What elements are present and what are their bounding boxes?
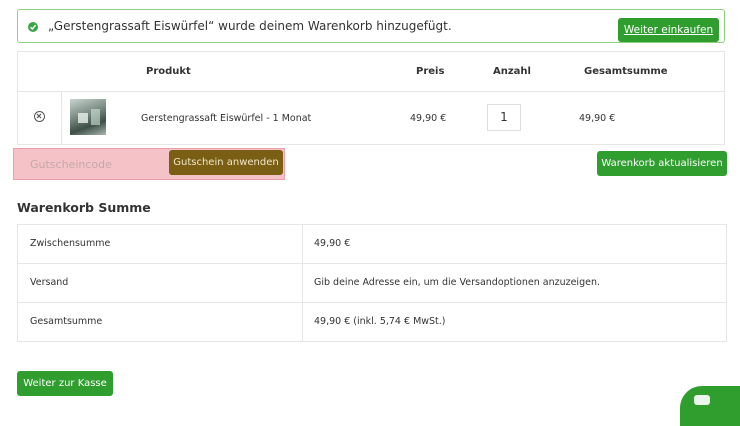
apply-coupon-button[interactable]: Gutschein anwenden bbox=[169, 150, 283, 175]
shipping-label: Versand bbox=[30, 277, 69, 288]
product-name-link[interactable]: Gerstengrassaft Eiswürfel - 1 Monat bbox=[141, 113, 311, 124]
proceed-to-checkout-button[interactable]: Weiter zur Kasse bbox=[17, 371, 113, 396]
product-price: 49,90 € bbox=[410, 113, 447, 124]
notice-message: „Gerstengrassaft Eiswürfel“ wurde deinem… bbox=[48, 19, 452, 33]
header-quantity: Anzahl bbox=[493, 66, 531, 77]
check-icon bbox=[28, 22, 38, 32]
header-subtotal: Gesamtsumme bbox=[584, 66, 668, 77]
header-product: Produkt bbox=[146, 66, 191, 77]
subtotal-label: Zwischensumme bbox=[30, 238, 111, 249]
remove-item-icon[interactable] bbox=[34, 111, 45, 122]
table-row: Gesamtsumme 49,90 € (inkl. 5,74 € MwSt.) bbox=[18, 303, 726, 342]
product-thumbnail[interactable] bbox=[70, 99, 106, 135]
cart-header-row: Produkt Preis Anzahl Gesamtsumme bbox=[18, 52, 724, 92]
total-value: 49,90 € (inkl. 5,74 € MwSt.) bbox=[314, 316, 446, 327]
header-price: Preis bbox=[416, 66, 445, 77]
chat-widget-button[interactable] bbox=[680, 386, 740, 426]
chat-icon bbox=[694, 395, 710, 405]
table-row: Gerstengrassaft Eiswürfel - 1 Monat 49,9… bbox=[18, 91, 724, 145]
cart-totals-table: Zwischensumme 49,90 € Versand Gib deine … bbox=[17, 224, 727, 342]
table-row: Zwischensumme 49,90 € bbox=[18, 225, 726, 264]
quantity-input[interactable]: 1 bbox=[487, 104, 521, 131]
total-label: Gesamtsumme bbox=[30, 316, 103, 327]
cart-totals-title: Warenkorb Summe bbox=[17, 200, 151, 215]
subtotal-value: 49,90 € bbox=[314, 238, 351, 249]
continue-shopping-button[interactable]: Weiter einkaufen bbox=[618, 18, 719, 42]
cart-table: Produkt Preis Anzahl Gesamtsumme Gersten… bbox=[17, 51, 725, 145]
column-divider bbox=[61, 91, 62, 145]
table-row: Versand Gib deine Adresse ein, um die Ve… bbox=[18, 264, 726, 303]
coupon-placeholder: Gutscheincode bbox=[30, 158, 112, 171]
product-total: 49,90 € bbox=[579, 113, 616, 124]
thumbnail-glass bbox=[91, 109, 100, 125]
cart-notice: „Gerstengrassaft Eiswürfel“ wurde deinem… bbox=[17, 9, 725, 43]
shipping-value: Gib deine Adresse ein, um die Versandopt… bbox=[314, 277, 600, 288]
update-cart-button[interactable]: Warenkorb aktualisieren bbox=[597, 151, 727, 176]
thumbnail-ice-cube bbox=[78, 113, 88, 123]
